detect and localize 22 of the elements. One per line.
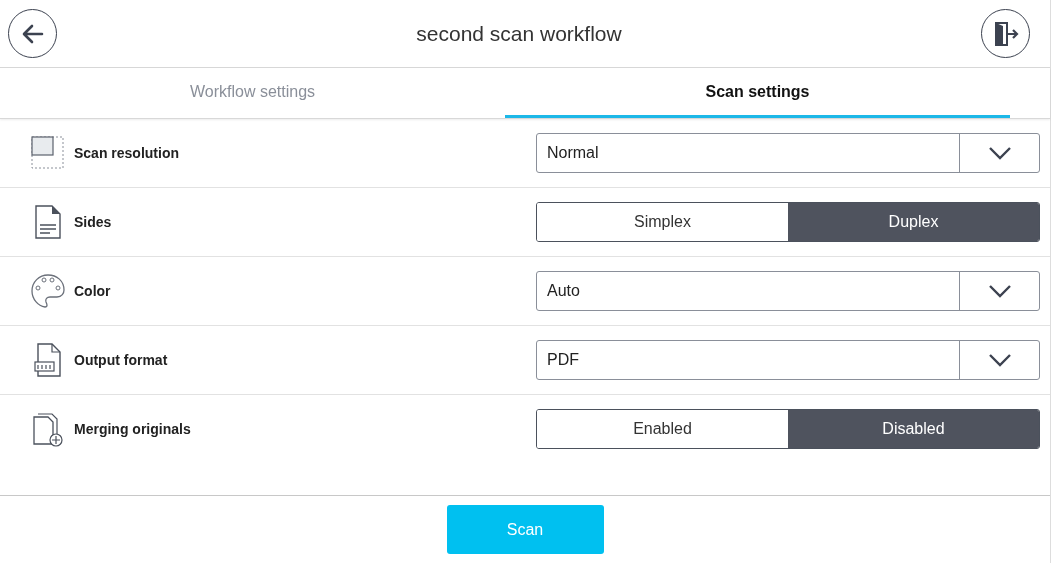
window-title: second scan workflow	[416, 21, 622, 46]
exit-button[interactable]	[981, 9, 1030, 58]
dropdown[interactable]: Auto	[536, 271, 1040, 311]
palette-icon	[30, 274, 66, 308]
merge-documents-icon	[30, 411, 66, 447]
back-button[interactable]	[8, 9, 57, 58]
chevron-down-icon	[987, 353, 1012, 367]
toggle-option[interactable]: Duplex	[788, 203, 1039, 241]
dropdown[interactable]: PDF	[536, 340, 1040, 380]
dropdown[interactable]: Normal	[536, 133, 1040, 173]
tab[interactable]: Scan settings	[505, 68, 1010, 118]
setting-label: Sides	[74, 214, 112, 230]
setting-label: Merging originals	[74, 421, 191, 437]
setting-label: Output format	[74, 352, 168, 368]
resolution-icon	[30, 136, 66, 170]
chevron-down-icon	[987, 284, 1012, 298]
chevron-down-icon	[987, 146, 1012, 160]
toggle-option[interactable]: Disabled	[788, 410, 1039, 448]
setting-label: Scan resolution	[74, 145, 180, 161]
back-arrow-icon	[21, 22, 44, 45]
setting-label: Color	[74, 283, 111, 299]
exit-door-icon	[992, 20, 1019, 47]
